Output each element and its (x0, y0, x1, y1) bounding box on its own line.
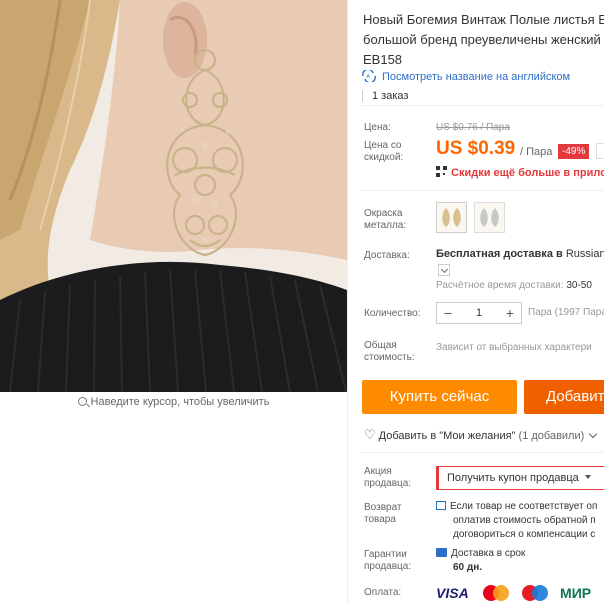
gold-earring-thumbnail (442, 208, 461, 227)
translate-title-link[interactable]: A Посмотреть название на английском (362, 70, 570, 83)
buy-now-button[interactable]: Купить сейчас (362, 380, 517, 414)
color-swatch-gold[interactable] (436, 202, 467, 233)
orders-count: 1 заказ (362, 86, 604, 106)
old-price: US $0.76 / Пара (436, 122, 510, 133)
delivery-truck-icon (436, 548, 447, 557)
qr-code-icon (436, 166, 447, 177)
seller-promo-label: Акция продавца: (364, 466, 412, 489)
quantity-input[interactable]: 1 (459, 303, 499, 323)
column-divider (347, 0, 348, 604)
wishlist-count: (1 добавили) (518, 430, 585, 442)
add-to-wishlist-link[interactable]: ♡ Добавить в "Мои желания" (1 добавили) (364, 427, 598, 443)
delivery-value: Бесплатная доставка в Russian F (436, 248, 604, 260)
quantity-stepper: − 1 + (436, 302, 522, 324)
app-promo-link[interactable]: Скидки ещё больше в приложе (436, 166, 604, 179)
product-title-line: Новый Богемия Винтаж Полые листья Е (363, 12, 604, 27)
quantity-label: Количество: (364, 308, 421, 319)
product-title-line: большой бренд преувеличены женский (363, 32, 601, 47)
returns-label: Возврат товара (364, 502, 402, 525)
earring-photo-illustration (0, 0, 347, 392)
guarantee-text: Доставка в срок 60 дн. (436, 547, 525, 575)
color-swatch-silver[interactable] (474, 202, 505, 233)
delivery-label: Доставка: (364, 250, 410, 261)
total-cost-label: Общая стоимость: (364, 340, 415, 363)
translate-icon: A (362, 70, 376, 82)
add-to-cart-button[interactable]: Добавит (524, 380, 604, 414)
metal-color-label: Окраска металла: (364, 208, 407, 231)
product-title: Новый Богемия Винтаж Полые листья Е боль… (363, 10, 604, 70)
chevron-down-icon (589, 429, 598, 439)
silver-earring-thumbnail (480, 208, 499, 227)
stock-note: Пара (1997 Пара (528, 307, 604, 318)
returns-policy-text: Если товар не соответствует оп оплатив с… (436, 500, 597, 542)
delivery-time: Расчётное время доставки: 30-50 (436, 280, 592, 291)
quantity-decrement-button[interactable]: − (437, 303, 459, 323)
discount-badge: -49% (558, 144, 590, 159)
seller-guarantee-label: Гарантии продавца: (364, 549, 412, 572)
maestro-logo (521, 584, 548, 601)
zoom-hint: Наведите курсор, чтобы увеличить (0, 396, 347, 408)
price-unit: / Пара (520, 146, 553, 158)
get-coupon-dropdown[interactable]: Получить купон продавца (436, 466, 604, 490)
discount-price-label: Цена со скидкой: (364, 140, 404, 163)
payment-label: Оплата: (364, 587, 402, 598)
product-image[interactable] (0, 0, 347, 392)
total-cost-note: Зависит от выбранных характери (436, 342, 592, 353)
visa-logo: VISA (436, 584, 469, 601)
product-info-panel: Новый Богемия Винтаж Полые листья Е боль… (352, 0, 604, 604)
current-price: US $0.39 (436, 138, 516, 159)
svg-text:A: A (367, 74, 371, 80)
caret-down-icon (584, 475, 591, 479)
divider (360, 452, 604, 453)
mastercard-logo (483, 584, 510, 601)
heart-icon: ♡ (364, 427, 376, 442)
return-policy-icon (436, 501, 446, 510)
payment-methods: VISA МИР (436, 584, 592, 601)
product-title-line: EB158 (363, 52, 403, 67)
price-label: Цена: (364, 122, 391, 133)
share-button[interactable] (596, 143, 604, 159)
divider (360, 190, 604, 191)
magnifier-icon (77, 397, 87, 406)
quantity-increment-button[interactable]: + (499, 303, 521, 323)
delivery-country-dropdown[interactable] (438, 264, 450, 276)
mir-logo: МИР (560, 584, 592, 601)
